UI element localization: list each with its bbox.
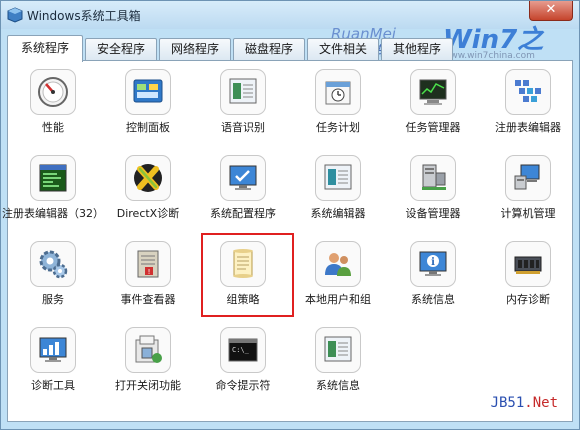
tool-control-panel[interactable]: 控制面板 bbox=[100, 67, 196, 147]
tool-label: 注册表编辑器 bbox=[495, 121, 561, 134]
jb51-watermark-net: .Net bbox=[524, 395, 558, 411]
tab-disk-programs[interactable]: 磁盘程序 bbox=[233, 38, 305, 60]
tool-performance[interactable]: 性能 bbox=[5, 67, 101, 147]
tool-system-information-2[interactable]: 系统信息 bbox=[290, 325, 386, 405]
tab-file-related[interactable]: 文件相关 bbox=[307, 38, 379, 60]
app-window: Windows系统工具箱 ✕ RuanMei 软媒 Win7之家 www.win… bbox=[0, 0, 580, 430]
svg-text:C:\_: C:\_ bbox=[232, 346, 250, 354]
speech-doc-icon bbox=[229, 78, 257, 104]
close-button[interactable]: ✕ bbox=[529, 1, 573, 21]
tool-windows-features[interactable]: 打开关闭功能 bbox=[100, 325, 196, 405]
tool-services[interactable]: 服务 bbox=[5, 239, 101, 319]
users-icon bbox=[325, 253, 351, 276]
tool-registry-editor-32[interactable]: 注册表编辑器（32） bbox=[2, 153, 104, 233]
tab-security-programs[interactable]: 安全程序 bbox=[85, 38, 157, 60]
services-gear-icon bbox=[39, 250, 68, 279]
tool-device-manager[interactable]: 设备管理器 bbox=[385, 153, 481, 233]
tab-network-programs[interactable]: 网络程序 bbox=[159, 38, 231, 60]
tool-directx-diagnostic[interactable]: DirectX诊断 bbox=[100, 153, 196, 233]
selection-highlight bbox=[201, 233, 294, 317]
sysedit-icon bbox=[324, 164, 352, 190]
tool-system-editor[interactable]: 系统编辑器 bbox=[290, 153, 386, 233]
diagnostic-icon bbox=[39, 337, 67, 362]
tool-task-scheduler[interactable]: 任务计划 bbox=[290, 67, 386, 147]
cmd-icon: C:\_ bbox=[228, 338, 258, 362]
tool-label: 系统信息 bbox=[316, 379, 360, 392]
svg-text:i: i bbox=[431, 257, 435, 268]
tool-local-users-groups[interactable]: 本地用户和组 bbox=[290, 239, 386, 319]
clock-icon bbox=[325, 81, 351, 105]
toolbox-app-icon bbox=[7, 7, 23, 23]
tool-speech-recognition[interactable]: 语音识别 bbox=[195, 67, 291, 147]
event-viewer-icon: ! bbox=[137, 250, 159, 278]
tool-task-manager[interactable]: 任务管理器 bbox=[385, 67, 481, 147]
tool-registry-editor[interactable]: 注册表编辑器 bbox=[480, 67, 576, 147]
registry32-icon bbox=[39, 164, 67, 192]
tab-system-programs[interactable]: 系统程序 bbox=[7, 35, 83, 62]
tool-system-information[interactable]: i 系统信息 bbox=[385, 239, 481, 319]
gauge-icon bbox=[38, 77, 68, 107]
svg-text:!: ! bbox=[148, 268, 151, 276]
tool-computer-management[interactable]: 计算机管理 bbox=[480, 153, 576, 233]
memory-chip-icon bbox=[514, 256, 542, 274]
system-info2-icon bbox=[324, 336, 352, 362]
tool-label: 计算机管理 bbox=[500, 207, 556, 220]
device-manager-icon bbox=[422, 164, 446, 190]
computer-management-icon bbox=[514, 164, 540, 190]
tab-bar: 系统程序 安全程序 网络程序 磁盘程序 文件相关 其他程序 bbox=[7, 35, 567, 62]
tool-command-prompt[interactable]: C:\_ 命令提示符 bbox=[195, 325, 291, 405]
registry-icon bbox=[515, 80, 541, 102]
tool-label: 内存诊断 bbox=[506, 293, 550, 306]
window-title: Windows系统工具箱 bbox=[27, 9, 141, 23]
tools-panel: 性能 控制面板 语音识别 任务计划 任务管理器 注册表编辑器 注册表编辑器（32… bbox=[2, 60, 576, 422]
sysconfig-icon bbox=[229, 165, 257, 190]
features-icon bbox=[135, 335, 162, 363]
task-manager-icon bbox=[419, 79, 447, 105]
tool-diagnostic-tools[interactable]: 诊断工具 bbox=[5, 325, 101, 405]
jb51-watermark: JB51.Net bbox=[491, 395, 558, 411]
control-panel-icon bbox=[133, 79, 163, 103]
system-info-icon: i bbox=[419, 251, 447, 276]
tool-event-viewer[interactable]: ! 事件查看器 bbox=[100, 239, 196, 319]
jb51-watermark-jb: JB51 bbox=[490, 395, 525, 411]
tool-system-configuration[interactable]: 系统配置程序 bbox=[195, 153, 291, 233]
tab-other-programs[interactable]: 其他程序 bbox=[381, 38, 453, 60]
tool-memory-diagnostic[interactable]: 内存诊断 bbox=[480, 239, 576, 319]
directx-icon bbox=[134, 164, 162, 192]
